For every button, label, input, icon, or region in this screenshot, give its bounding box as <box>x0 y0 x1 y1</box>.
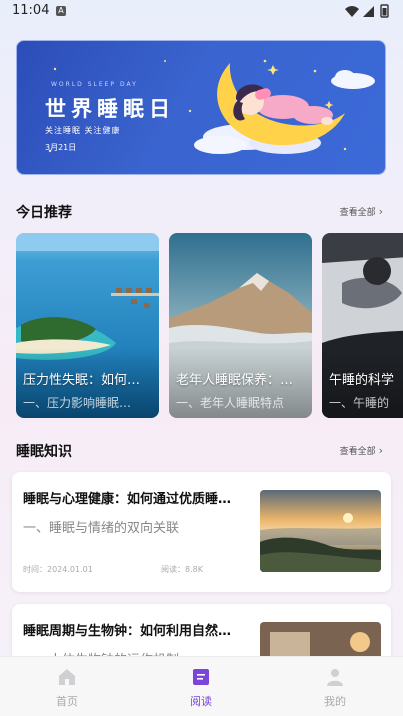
tab-label: 首页 <box>56 695 78 708</box>
banner-date: 3月21日 <box>45 143 77 152</box>
card-subtitle: 一、午睡的 <box>329 396 390 410</box>
home-icon <box>59 669 75 685</box>
article-card[interactable]: 睡眠与心理健康：如何通过优质睡… 一、睡眠与情绪的双向关联 时间：2024.01… <box>12 472 391 592</box>
article-reads: 阅读：8.8K <box>161 564 203 575</box>
card-subtitle: 一、老年人睡眠特点 <box>176 396 285 410</box>
knowledge-section-title: 睡眠知识 <box>16 444 72 460</box>
bottom-tab-bar: 首页 阅读 我的 <box>0 656 403 716</box>
chevron-right-icon: › <box>378 205 383 218</box>
wifi-icon <box>345 6 359 17</box>
world-sleep-day-banner[interactable]: WORLD SLEEP DAY 世界睡眠日 关注睡眠 关注健康 3月21日 <box>16 40 386 175</box>
view-all-label: 查看全部 <box>339 208 376 218</box>
recommend-card[interactable]: 午睡的科学 一、午睡的 <box>322 233 403 418</box>
banner-subtitle: 关注睡眠 关注健康 <box>45 126 121 135</box>
article-reads-value: 8.8K <box>185 565 203 574</box>
signal-icon <box>363 6 374 17</box>
knowledge-view-all-link[interactable]: 查看全部 › <box>340 444 383 457</box>
card-subtitle: 一、压力影响睡眠… <box>23 396 132 410</box>
tab-label: 我的 <box>324 695 346 708</box>
view-all-label: 查看全部 <box>339 447 376 457</box>
book-icon <box>193 669 209 685</box>
card-title: 午睡的科学 <box>329 373 395 388</box>
status-bar: 11:04 A <box>0 0 403 24</box>
article-reads-label: 阅读： <box>161 565 185 574</box>
user-icon <box>327 669 343 686</box>
recommend-section-title: 今日推荐 <box>16 205 72 221</box>
card-title: 压力性失眠：如何… <box>23 373 141 388</box>
sunset-coast-image <box>260 490 381 572</box>
recommend-view-all-link[interactable]: 查看全部 › <box>340 205 383 218</box>
tab-mine[interactable]: 我的 <box>268 657 402 716</box>
tab-home[interactable]: 首页 <box>0 657 134 716</box>
article-card[interactable]: 睡眠周期与生物钟：如何利用自然… 一、人体生物钟的运作机制 <box>12 604 391 664</box>
tab-read[interactable]: 阅读 <box>134 657 268 716</box>
chevron-right-icon: › <box>378 444 383 457</box>
banner-title: 世界睡眠日 <box>45 97 175 121</box>
banner-eyebrow: WORLD SLEEP DAY <box>51 81 138 88</box>
article-title: 睡眠与心理健康：如何通过优质睡… <box>23 492 232 507</box>
notification-badge: A <box>56 6 66 16</box>
recommend-card[interactable]: 老年人睡眠保养：… 一、老年人睡眠特点 <box>169 233 312 418</box>
article-time: 时间：2024.01.01 <box>23 564 93 575</box>
article-thumbnail <box>260 490 381 572</box>
article-time-label: 时间： <box>23 565 47 574</box>
card-title: 老年人睡眠保养：… <box>176 373 294 388</box>
tab-label: 阅读 <box>190 695 212 708</box>
status-time: 11:04 <box>12 3 50 18</box>
article-title: 睡眠周期与生物钟：如何利用自然… <box>23 624 232 639</box>
article-subtitle: 一、睡眠与情绪的双向关联 <box>23 521 180 536</box>
recommend-carousel[interactable]: 压力性失眠：如何… 一、压力影响睡眠… 老年人睡眠保养：… 一、老年人睡眠特点 <box>16 233 403 418</box>
status-icons <box>345 4 389 18</box>
article-time-value: 2024.01.01 <box>47 565 93 574</box>
recommend-card[interactable]: 压力性失眠：如何… 一、压力影响睡眠… <box>16 233 159 418</box>
